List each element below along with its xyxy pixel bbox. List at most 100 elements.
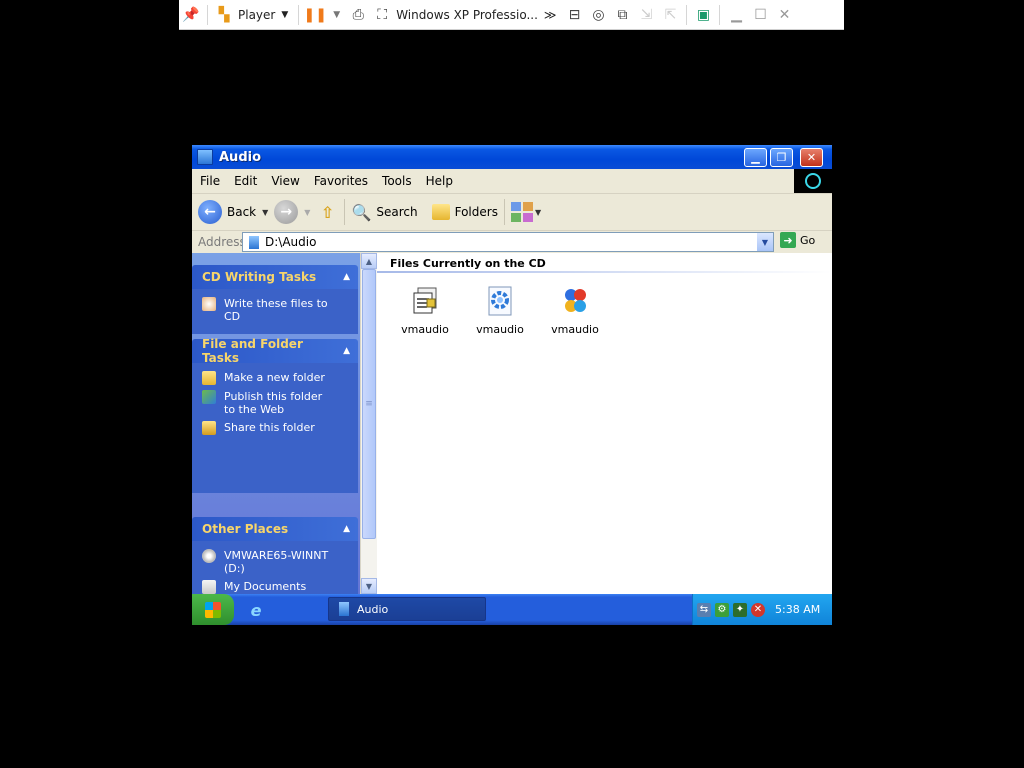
folders-icon[interactable] bbox=[431, 204, 450, 220]
player-logo-icon[interactable]: ▚ bbox=[212, 3, 236, 27]
place-cd-drive[interactable]: VMWARE65-WINNT (D:) bbox=[202, 549, 358, 575]
other-places-header[interactable]: Other Places ▲ bbox=[192, 517, 358, 541]
start-button[interactable] bbox=[192, 594, 234, 625]
menu-view[interactable]: View bbox=[265, 174, 305, 188]
taskbar-button-audio[interactable]: Audio bbox=[328, 597, 486, 621]
pin-icon[interactable]: 📌 bbox=[179, 3, 203, 27]
devices-icon[interactable]: ⎙ bbox=[346, 3, 370, 27]
vmware-toolbar: 📌 ▚ Player ▼ ❚❚ ▼ ⎙ ⛶ Windows XP Profess… bbox=[179, 0, 844, 30]
toolbar-divider bbox=[686, 4, 688, 25]
scroll-up-icon[interactable]: ▲ bbox=[361, 253, 377, 269]
cd-writing-tasks-header[interactable]: CD Writing Tasks ▲ bbox=[192, 265, 358, 289]
internet-explorer-icon[interactable]: e bbox=[247, 601, 265, 620]
back-arrow-icon[interactable]: ← bbox=[198, 200, 222, 224]
file-name: vmaudio bbox=[401, 323, 449, 336]
task-label[interactable]: Make a new folder bbox=[224, 371, 334, 384]
search-icon[interactable]: 🔍 bbox=[351, 203, 371, 222]
address-input[interactable]: D:\Audio ▼ bbox=[242, 232, 774, 252]
file-item[interactable]: vmaudio bbox=[468, 285, 532, 336]
chevron-down-icon[interactable]: ▼ bbox=[262, 208, 268, 217]
antivirus-tray-icon[interactable]: ✦ bbox=[733, 602, 747, 617]
vmaudio-driver-icon bbox=[559, 285, 591, 317]
file-folder-tasks-header[interactable]: File and Folder Tasks ▲ bbox=[192, 337, 358, 365]
collapse-chevron-icon[interactable]: ▲ bbox=[343, 524, 350, 534]
address-dropdown-icon[interactable]: ▼ bbox=[757, 233, 773, 251]
collapse-chevron-icon[interactable]: ▲ bbox=[343, 346, 350, 356]
network-tray-icon[interactable]: ⇆ bbox=[697, 602, 711, 617]
security-alert-tray-icon[interactable]: ✕ bbox=[751, 602, 765, 617]
file-folder-tasks-body: Make a new folder Publish this folder to… bbox=[192, 363, 358, 493]
restore-button[interactable]: ❐ bbox=[770, 148, 793, 167]
chevron-down-icon[interactable]: ▼ bbox=[281, 10, 288, 20]
network-icon[interactable]: ⧉ bbox=[610, 3, 634, 27]
pause-icon[interactable]: ❚❚ bbox=[303, 3, 327, 27]
file-name: vmaudio bbox=[476, 323, 524, 336]
views-icon[interactable] bbox=[510, 202, 533, 222]
sound-icon[interactable]: ⇱ bbox=[658, 3, 682, 27]
task-pane-scrollbar[interactable]: ▲ ≡ ▼ bbox=[360, 253, 377, 594]
cd-writing-tasks-body: Write these files to CD bbox=[192, 289, 358, 334]
menu-tools[interactable]: Tools bbox=[376, 174, 418, 188]
minimize-button[interactable]: ▁ bbox=[744, 148, 767, 167]
system-tray: ⇆ ⚙ ✦ ✕ 5:38 AM bbox=[692, 594, 832, 625]
cd-writing-tasks-title: CD Writing Tasks bbox=[202, 270, 317, 284]
folders-button[interactable]: Folders bbox=[455, 205, 498, 219]
standard-toolbar: ← Back ▼ → ▼ ⇧ 🔍 Search Folders ▼ bbox=[192, 194, 832, 231]
chevron-down-icon[interactable]: ▼ bbox=[333, 10, 340, 20]
player-menu-button[interactable]: Player bbox=[238, 8, 275, 22]
close-button[interactable]: ✕ bbox=[800, 148, 823, 167]
taskbar-clock[interactable]: 5:38 AM bbox=[775, 603, 820, 616]
menu-edit[interactable]: Edit bbox=[228, 174, 263, 188]
go-arrow-icon[interactable]: ➜ bbox=[780, 232, 796, 248]
task-write-to-cd[interactable]: Write these files to CD bbox=[202, 297, 358, 323]
toolbar-divider bbox=[344, 199, 346, 225]
go-label[interactable]: Go bbox=[800, 234, 815, 247]
usb-icon[interactable]: ⇲ bbox=[634, 3, 658, 27]
title-bar[interactable]: Audio ▁ ❐ ✕ bbox=[192, 145, 832, 169]
windows-logo-icon bbox=[205, 601, 221, 618]
scrollbar-thumb[interactable]: ≡ bbox=[362, 269, 376, 539]
place-label[interactable]: My Documents bbox=[224, 580, 334, 593]
back-button[interactable]: Back bbox=[227, 205, 256, 219]
more-icon[interactable]: ≫ bbox=[544, 8, 557, 22]
menu-help[interactable]: Help bbox=[420, 174, 459, 188]
menu-file[interactable]: File bbox=[194, 174, 226, 188]
maximize-icon[interactable]: ☐ bbox=[748, 3, 772, 27]
chevron-down-icon[interactable]: ▼ bbox=[535, 208, 541, 217]
task-label[interactable]: Share this folder bbox=[224, 421, 334, 434]
file-item[interactable]: vmaudio bbox=[543, 285, 607, 336]
cd-write-icon bbox=[202, 297, 216, 311]
close-icon[interactable]: ✕ bbox=[772, 3, 796, 27]
address-label: Address bbox=[198, 235, 246, 249]
address-value[interactable]: D:\Audio bbox=[265, 235, 316, 249]
file-list-area[interactable]: Files Currently on the CD vmaudio vmaudi… bbox=[377, 253, 832, 594]
chevron-down-icon[interactable]: ▼ bbox=[304, 208, 310, 217]
place-my-documents[interactable]: My Documents bbox=[202, 580, 358, 594]
new-folder-icon bbox=[202, 371, 216, 385]
collapse-chevron-icon[interactable]: ▲ bbox=[343, 272, 350, 282]
message-icon[interactable]: ▣ bbox=[691, 3, 715, 27]
scroll-down-icon[interactable]: ▼ bbox=[361, 578, 377, 594]
my-documents-icon bbox=[202, 580, 216, 594]
forward-arrow-icon[interactable]: → bbox=[274, 200, 299, 224]
task-publish-to-web[interactable]: Publish this folder to the Web bbox=[202, 390, 358, 416]
task-label[interactable]: Publish this folder to the Web bbox=[224, 390, 334, 416]
file-item[interactable]: vmaudio bbox=[393, 285, 457, 336]
hard-disk-icon[interactable]: ⊟ bbox=[562, 3, 586, 27]
share-folder-icon bbox=[202, 421, 216, 435]
fullscreen-icon[interactable]: ⛶ bbox=[370, 3, 394, 27]
go-button[interactable]: ➜ Go bbox=[780, 232, 815, 248]
toolbar-divider bbox=[298, 4, 300, 25]
task-share-folder[interactable]: Share this folder bbox=[202, 421, 358, 435]
up-folder-icon[interactable]: ⇧ bbox=[316, 201, 338, 223]
search-button[interactable]: Search bbox=[376, 205, 417, 219]
minimize-icon[interactable]: ▁ bbox=[724, 3, 748, 27]
place-label[interactable]: VMWARE65-WINNT (D:) bbox=[224, 549, 334, 575]
folder-icon bbox=[197, 149, 213, 165]
vmware-tools-tray-icon[interactable]: ⚙ bbox=[715, 602, 729, 617]
menu-favorites[interactable]: Favorites bbox=[308, 174, 374, 188]
task-label[interactable]: Write these files to CD bbox=[224, 297, 334, 323]
cd-icon[interactable]: ◎ bbox=[586, 3, 610, 27]
task-make-new-folder[interactable]: Make a new folder bbox=[202, 371, 358, 385]
folder-icon bbox=[339, 602, 349, 616]
